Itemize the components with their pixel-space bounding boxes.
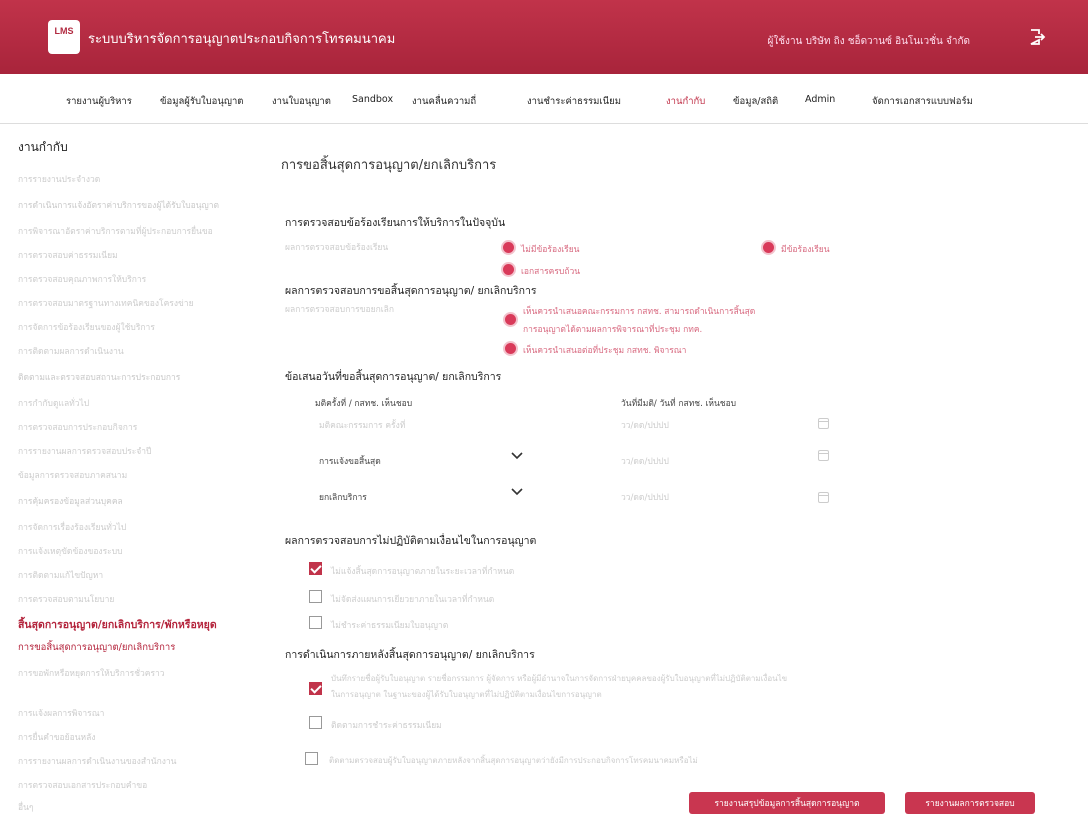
radio-has-complaint-label: มีข้อร้องเรียน xyxy=(781,245,830,255)
chevron-down-icon[interactable] xyxy=(511,452,523,460)
radio-no-complaint[interactable] xyxy=(503,242,514,253)
actions-section-heading: การดำเนินการภายหลังสิ้นสุดการอนุญาต/ ยกเ… xyxy=(285,649,535,661)
sidebar-group[interactable]: การคุ้มครองข้อมูลส่วนบุคคล xyxy=(18,494,123,508)
checkbox-follow-fee[interactable] xyxy=(309,716,322,729)
page-title: การขอสิ้นสุดการอนุญาต/ยกเลิกบริการ xyxy=(281,158,497,173)
lms-logo: LMS xyxy=(48,20,80,54)
checkbox-unpaid-fee-label: ไม่ชำระค่าธรรมเนียมใบอนุญาต xyxy=(331,621,449,631)
sidebar-item[interactable]: การยื่นคำขอย้อนหลัง xyxy=(18,730,96,744)
checkbox-unpaid-fee[interactable] xyxy=(309,616,322,629)
nav-license-work[interactable]: งานใบอนุญาต xyxy=(272,94,331,109)
radio-documents-complete[interactable] xyxy=(503,264,514,275)
sidebar-item[interactable]: การตรวจสอบคุณภาพการให้บริการ xyxy=(18,272,146,286)
sidebar-group-termination[interactable]: สิ้นสุดการอนุญาต/ยกเลิกบริการ/พักหรือหยุ… xyxy=(18,616,217,633)
checkbox-monitor-operation[interactable] xyxy=(305,752,318,765)
sidebar-item[interactable]: การจัดการข้อร้องเรียนของผู้ใช้บริการ xyxy=(18,320,155,334)
sidebar: งานกำกับ การรายงานประจำงวด การดำเนินการแ… xyxy=(0,124,255,814)
sidebar-item[interactable]: การตรวจสอบค่าธรรมเนียม xyxy=(18,248,118,262)
sidebar-item[interactable]: การรายงานผลการดำเนินงานของสำนักงาน xyxy=(18,754,176,768)
resolution-input[interactable]: มติคณะกรรมการ ครั้งที่ xyxy=(319,418,405,432)
sidebar-item[interactable]: การรายงานประจำงวด xyxy=(18,172,100,186)
nav-fee-payment[interactable]: งานชำระค่าธรรมเนียม xyxy=(527,94,621,109)
user-name: ผู้ใช้งาน บริษัท ถิง ชอ็ดวานซ์ อินโนเวชั… xyxy=(767,36,970,47)
cancel-service-select[interactable]: ยกเลิกบริการ xyxy=(319,490,367,504)
nav-frequency[interactable]: งานคลื่นความถี่ xyxy=(412,94,476,109)
sidebar-item[interactable]: การพิจารณาอัตราค่าบริการตามที่ผู้ประกอบก… xyxy=(18,224,213,238)
sidebar-item[interactable]: การตรวจสอบการประกอบกิจการ xyxy=(18,420,137,434)
radio-propose-commission-label: เห็นควรนำเสนอคณะกรรมการ กสทช. สามารถดำเน… xyxy=(523,307,756,317)
complaint-field-label: ผลการตรวจสอบข้อร้องเรียน xyxy=(285,243,389,253)
checkbox-no-remedy-plan-label: ไม่จัดส่งแผนการเยียวยาภายในเวลาที่กำหนด xyxy=(331,595,495,605)
complaint-section-heading: การตรวจสอบข้อร้องเรียนการให้บริการในปัจจ… xyxy=(285,217,506,229)
checkbox-no-remedy-plan[interactable] xyxy=(309,590,322,603)
radio-propose-commission-label-2: การอนุญาตได้ตามผลการพิจารณาที่ประชุม กทค… xyxy=(523,325,703,335)
sidebar-item[interactable]: การตรวจสอบตามนโยบาย xyxy=(18,592,114,606)
chevron-down-icon[interactable] xyxy=(511,488,523,496)
sidebar-item[interactable]: การกำกับดูแลทั่วไป xyxy=(18,396,89,410)
radio-propose-meeting[interactable] xyxy=(505,343,516,354)
termination-date-input[interactable]: วว/ดด/ปปปป xyxy=(621,454,669,468)
checkbox-record-names-label-2: ในการอนุญาต ในฐานะของผู้ได้รับใบอนุญาตที… xyxy=(331,690,602,699)
sidebar-item[interactable]: อื่นๆ xyxy=(18,800,33,814)
dates-col-resolution: มติครั้งที่ / กสทช. เห็นชอบ xyxy=(315,399,413,409)
checkbox-monitor-operation-label: ติดตามตรวจสอบผู้รับใบอนุญาตภายหลังจากสิ้… xyxy=(329,756,698,765)
inspection-report-button[interactable]: รายงานผลการตรวจสอบ xyxy=(905,792,1035,814)
sidebar-group[interactable]: การดำเนินการแจ้งอัตราค่าบริการของผู้ได้ร… xyxy=(18,198,219,212)
main-content: การขอสิ้นสุดการอนุญาต/ยกเลิกบริการ การตร… xyxy=(255,124,1088,814)
compliance-section-heading: ผลการตรวจสอบการไม่ปฏิบัติตามเงื่อนไขในกา… xyxy=(285,535,537,547)
calendar-icon[interactable] xyxy=(818,418,829,429)
nav-regulation[interactable]: งานกำกับ xyxy=(666,94,705,109)
sidebar-item[interactable]: ข้อมูลการตรวจสอบภาคสนาม xyxy=(18,468,127,482)
sidebar-item[interactable]: การติดตามผลการดำเนินงาน xyxy=(18,344,124,358)
sidebar-item[interactable]: การตรวจสอบมาตรฐานทางเทคนิคของโครงข่าย xyxy=(18,296,194,310)
radio-propose-meeting-label: เห็นควรนำเสนอต่อที่ประชุม กสทช. พิจารณา xyxy=(523,346,687,356)
sidebar-item[interactable]: การรายงานผลการตรวจสอบประจำปี xyxy=(18,444,151,458)
nav-admin[interactable]: Admin xyxy=(805,94,835,105)
result-section-heading: ผลการตรวจสอบการขอสิ้นสุดการอนุญาต/ ยกเลิ… xyxy=(285,285,537,297)
calendar-icon[interactable] xyxy=(818,450,829,461)
sidebar-item[interactable]: การจัดการเรื่องร้องเรียนทั่วไป xyxy=(18,520,126,534)
checkbox-record-names[interactable] xyxy=(309,682,322,695)
nav-licensee-info[interactable]: ข้อมูลผู้รับใบอนุญาต xyxy=(160,94,243,109)
result-field-label: ผลการตรวจสอบการขอยกเลิก xyxy=(285,305,394,315)
sidebar-heading: งานกำกับ xyxy=(18,140,68,154)
nav-executive-report[interactable]: รายงานผู้บริหาร xyxy=(66,94,132,109)
sidebar-item[interactable]: การตรวจสอบเอกสารประกอบคำขอ xyxy=(18,778,147,792)
termination-type-select[interactable]: การแจ้งขอสิ้นสุด xyxy=(319,454,381,468)
nav-sandbox[interactable]: Sandbox xyxy=(352,94,393,105)
logout-icon[interactable] xyxy=(1028,28,1046,46)
checkbox-follow-fee-label: ติดตามการชำระค่าธรรมเนียม xyxy=(331,721,442,731)
calendar-icon[interactable] xyxy=(818,492,829,503)
checkbox-not-notified-label: ไม่แจ้งสิ้นสุดการอนุญาตภายในระยะเวลาที่ก… xyxy=(331,567,515,577)
main-nav: รายงานผู้บริหาร ข้อมูลผู้รับใบอนุญาต งาน… xyxy=(0,74,1088,124)
checkbox-record-names-label: บันทึกรายชื่อผู้รับใบอนุญาต รายชื่อกรรมก… xyxy=(331,674,788,683)
summary-report-button[interactable]: รายงานสรุปข้อมูลการสิ้นสุดการอนุญาต xyxy=(689,792,885,814)
top-bar: LMS ระบบบริหารจัดการอนุญาตประกอบกิจการโท… xyxy=(0,0,1088,74)
dates-section-heading: ข้อเสนอวันที่ขอสิ้นสุดการอนุญาต/ ยกเลิกบ… xyxy=(285,371,502,383)
radio-no-complaint-label: ไม่มีข้อร้องเรียน xyxy=(521,245,580,255)
sidebar-item-termination-request[interactable]: การขอสิ้นสุดการอนุญาต/ยกเลิกบริการ xyxy=(18,640,175,655)
sidebar-item[interactable]: การแจ้งผลการพิจารณา xyxy=(18,706,104,720)
nav-statistics[interactable]: ข้อมูล/สถิติ xyxy=(733,94,778,109)
checkbox-not-notified[interactable] xyxy=(309,562,322,575)
sidebar-group[interactable]: ติดตามและตรวจสอบสถานะการประกอบการ xyxy=(18,370,180,384)
radio-propose-commission[interactable] xyxy=(505,314,516,325)
sidebar-item[interactable]: การแจ้งเหตุขัดข้องของระบบ xyxy=(18,544,123,558)
resolution-date-input[interactable]: วว/ดด/ปปปป xyxy=(621,418,669,432)
radio-has-complaint[interactable] xyxy=(763,242,774,253)
dates-col-date: วันที่มีมติ/ วันที่ กสทช. เห็นชอบ xyxy=(621,399,737,409)
radio-documents-complete-label: เอกสารครบถ้วน xyxy=(521,267,581,277)
cancel-date-input[interactable]: วว/ดด/ปปปป xyxy=(621,490,669,504)
app-title: ระบบบริหารจัดการอนุญาตประกอบกิจการโทรคมน… xyxy=(88,31,396,46)
nav-form-documents[interactable]: จัดการเอกสารแบบฟอร์ม xyxy=(872,94,973,109)
sidebar-item[interactable]: การขอพักหรือหยุดการให้บริการชั่วคราว xyxy=(18,666,165,680)
sidebar-item[interactable]: การติดตามแก้ไขปัญหา xyxy=(18,568,103,582)
